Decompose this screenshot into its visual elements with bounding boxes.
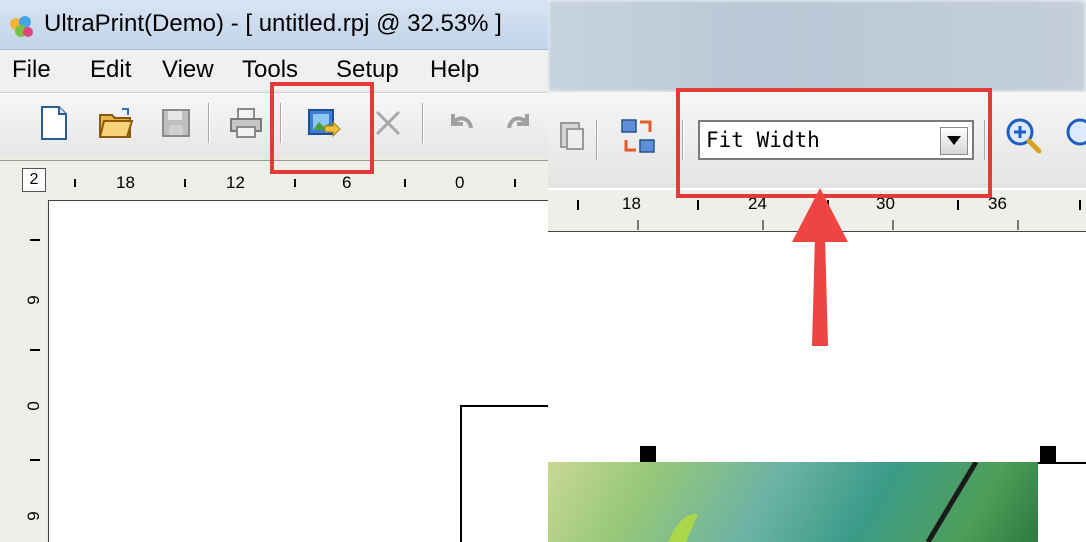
photo-content bbox=[668, 460, 979, 542]
redo-icon bbox=[507, 114, 529, 129]
window-title: UltraPrint(Demo) - [ untitled.rpj @ 32.5… bbox=[44, 10, 502, 37]
toolbar-separator bbox=[208, 103, 210, 143]
vertical-ruler: 6 0 6 bbox=[0, 200, 46, 542]
selection-edge bbox=[1038, 462, 1086, 464]
undo-icon bbox=[451, 114, 473, 129]
ruler-label: 6 bbox=[23, 511, 43, 521]
menu-setup[interactable]: Setup bbox=[336, 56, 399, 84]
paste-button[interactable] bbox=[552, 116, 592, 156]
menu-help[interactable]: Help bbox=[430, 56, 479, 84]
ruler-label: 18 bbox=[116, 173, 135, 192]
menu-view[interactable]: View bbox=[162, 56, 214, 84]
rotate-page-button[interactable] bbox=[618, 116, 658, 156]
ruler-label: 0 bbox=[455, 173, 465, 192]
resize-handle[interactable] bbox=[640, 446, 656, 462]
new-document-button[interactable] bbox=[34, 103, 74, 143]
menu-tools[interactable]: Tools bbox=[242, 56, 298, 84]
highlight-zoom-dropdown bbox=[676, 88, 992, 198]
zoom-out-button[interactable] bbox=[1064, 116, 1086, 156]
ruler-label: 0 bbox=[23, 401, 43, 411]
ruler-label: 12 bbox=[226, 173, 245, 192]
print-button[interactable] bbox=[226, 103, 266, 143]
print-icon bbox=[230, 108, 262, 138]
save-icon bbox=[162, 109, 190, 137]
blurred-window-area bbox=[548, 0, 1086, 92]
new-document-icon bbox=[41, 106, 67, 140]
open-folder-icon bbox=[98, 108, 134, 138]
ruler-ticks bbox=[30, 239, 40, 461]
toolbar-separator bbox=[596, 120, 598, 160]
undo-button[interactable] bbox=[440, 103, 480, 143]
placed-photo[interactable] bbox=[548, 460, 1038, 542]
ruler-label: 6 bbox=[23, 295, 43, 305]
title-bar: UltraPrint(Demo) - [ untitled.rpj @ 32.5… bbox=[0, 0, 548, 50]
zoom-out-icon bbox=[1066, 118, 1086, 146]
open-button[interactable] bbox=[96, 103, 136, 143]
highlight-import-button bbox=[270, 82, 374, 174]
toolbar-separator bbox=[422, 103, 424, 143]
page-number-box[interactable]: 2 bbox=[22, 168, 46, 192]
zoom-in-icon bbox=[1006, 118, 1042, 154]
ruler-label: 18 bbox=[622, 194, 641, 213]
rotate-page-icon bbox=[621, 119, 655, 153]
paste-icon bbox=[560, 122, 584, 150]
delete-button[interactable] bbox=[368, 103, 408, 143]
app-logo-icon bbox=[10, 16, 33, 37]
save-button[interactable] bbox=[156, 103, 196, 143]
menu-file[interactable]: File bbox=[12, 56, 51, 84]
resize-handle[interactable] bbox=[1040, 446, 1056, 462]
delete-icon bbox=[375, 110, 401, 136]
redo-button[interactable] bbox=[500, 103, 540, 143]
menu-edit[interactable]: Edit bbox=[90, 56, 131, 84]
zoom-in-button[interactable] bbox=[1004, 116, 1044, 156]
image-object-outline[interactable] bbox=[460, 405, 548, 542]
ruler-label: 6 bbox=[342, 173, 352, 192]
